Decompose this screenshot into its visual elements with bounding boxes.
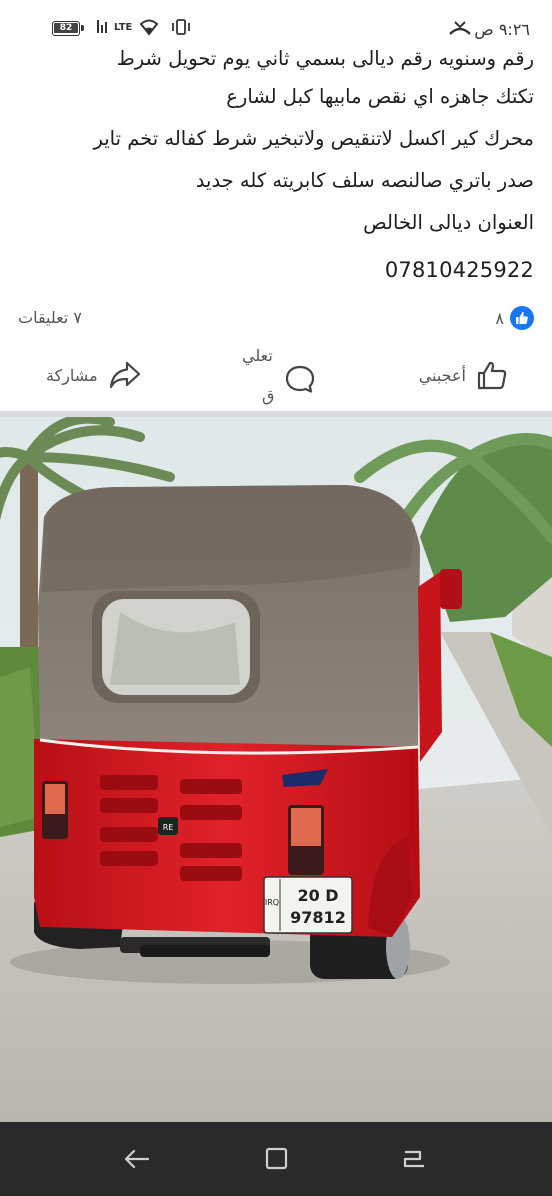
vibrate-icon <box>170 18 192 40</box>
like-label: أعجبني <box>418 365 466 385</box>
share-button[interactable]: مشاركة <box>46 360 142 390</box>
share-label: مشاركة <box>46 365 98 385</box>
home-button[interactable] <box>262 1146 292 1172</box>
post-actions: أعجبني تعلي ق مشاركة <box>0 340 552 412</box>
post-line: تكتك جاهزه اي نقص مابيها كبل لشارع <box>226 85 534 108</box>
comments-count[interactable]: ٧ تعليقات <box>18 308 82 327</box>
like-button[interactable]: أعجبني <box>419 360 508 390</box>
post-line: رقم وسنويه رقم ديالى بسمي ثاني يوم تحويل… <box>116 47 534 70</box>
comment-button[interactable]: تعلي ق <box>240 346 330 410</box>
thumbs-up-icon <box>477 361 507 390</box>
post-body: رقم وسنويه رقم ديالى بسمي ثاني يوم تحويل… <box>14 44 534 244</box>
phone-number[interactable]: 07810425922 <box>385 258 534 282</box>
plate-top: 20 D <box>297 886 338 905</box>
battery-level: 82 <box>54 23 78 33</box>
comment-label-part2: ق <box>262 386 275 405</box>
system-nav-bar <box>0 1122 552 1196</box>
post-photo[interactable]: RE IRQ 20 D 97812 <box>0 417 552 1122</box>
likes-number: ٨ <box>495 308 504 328</box>
network-type: LTE <box>114 22 133 33</box>
recents-button[interactable] <box>400 1146 430 1172</box>
plate-country: IRQ <box>265 898 279 907</box>
recents-icon <box>403 1150 424 1168</box>
home-square-icon <box>265 1147 288 1170</box>
signal-icon <box>96 18 112 38</box>
plate-bottom: 97812 <box>290 908 346 927</box>
post-line: محرك كير اكسل لاتنقيص ولاتبخير شرط كفاله… <box>93 127 534 150</box>
back-button[interactable] <box>122 1146 152 1172</box>
post-line: صدر باتري صالنصه سلف كابريته كله جديد <box>195 169 534 192</box>
share-arrow-icon <box>109 361 140 389</box>
like-reaction-icon <box>510 306 534 330</box>
clock: ٩:٢٦ ص <box>474 20 530 39</box>
comment-label-part1: تعلي <box>242 346 273 365</box>
battery-icon: 82 <box>52 21 84 36</box>
comment-bubble-icon <box>285 365 315 393</box>
rickshaw-image: RE IRQ 20 D 97812 <box>0 417 552 1122</box>
missed-call-icon <box>448 20 472 42</box>
reactions-summary: ٨ ٧ تعليقات <box>0 300 552 336</box>
post-line: العنوان ديالى الخالص <box>363 211 534 234</box>
wifi-icon <box>139 18 159 40</box>
back-arrow-icon <box>124 1149 150 1169</box>
likes-count[interactable]: ٨ <box>495 306 534 330</box>
brand-badge: RE <box>163 823 174 832</box>
